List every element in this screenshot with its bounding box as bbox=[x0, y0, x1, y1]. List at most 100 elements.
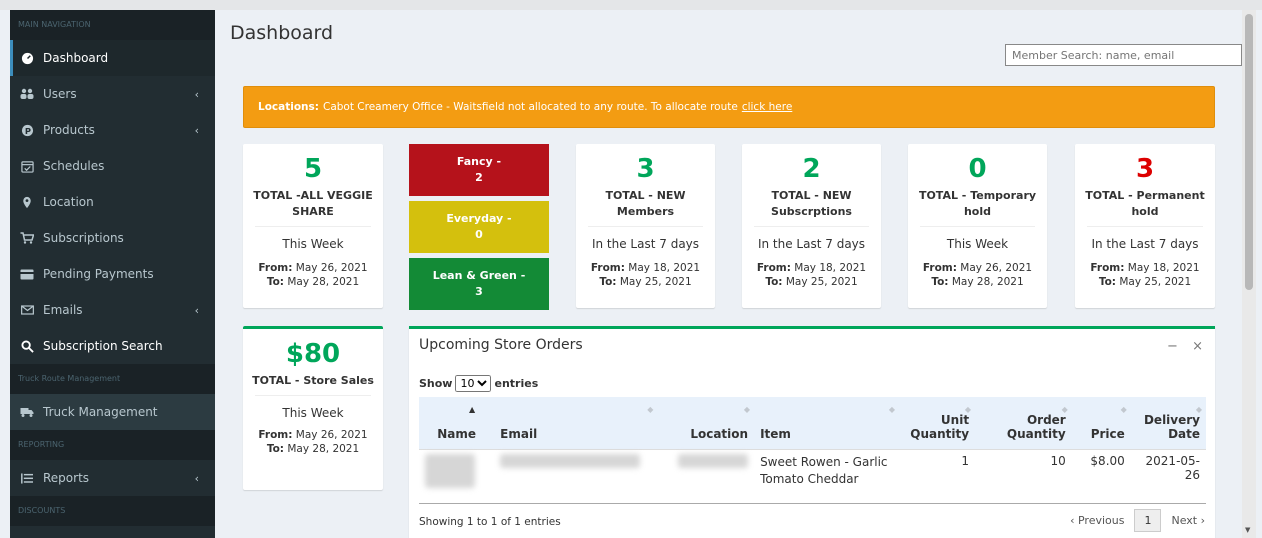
page-size-select[interactable]: 10 bbox=[455, 375, 492, 392]
from-date: May 18, 2021 bbox=[628, 262, 701, 274]
sort-asc-icon: ▲ bbox=[469, 405, 476, 414]
close-icon[interactable]: × bbox=[1192, 339, 1203, 354]
card-dates: From: May 26, 2021 To: May 28, 2021 bbox=[243, 261, 383, 289]
sidebar-item-label: Subscriptions bbox=[43, 231, 124, 245]
column-header-order-quantity[interactable]: ◆ Order Quantity bbox=[975, 397, 1072, 450]
card-value: 3 bbox=[1135, 154, 1155, 184]
divider bbox=[1087, 226, 1203, 227]
column-header-item[interactable]: ◆ Item bbox=[754, 397, 900, 450]
category-name: Lean & Green - bbox=[432, 269, 526, 282]
column-header-unit-quantity[interactable]: ◆ Unit Quantity bbox=[899, 397, 976, 450]
category-count: 3 bbox=[475, 285, 483, 298]
member-search-input[interactable] bbox=[1005, 44, 1242, 66]
sidebar-item-schedules[interactable]: Schedules bbox=[10, 148, 215, 184]
column-header-delivery-date[interactable]: ◆ Delivery Date bbox=[1130, 397, 1206, 450]
card-dates: From: May 18, 2021 To: May 25, 2021 bbox=[576, 261, 715, 289]
card-value: $80 bbox=[285, 339, 341, 369]
sidebar-item-label: Users bbox=[43, 87, 77, 101]
sidebar-item-subscription-search[interactable]: Subscription Search bbox=[10, 328, 215, 364]
column-header-email[interactable]: ◆ Email bbox=[494, 397, 658, 450]
sidebar-item-dashboard[interactable]: Dashboard bbox=[10, 40, 215, 76]
credit-card-icon bbox=[20, 267, 34, 281]
card-temporary-hold: 0 TOTAL - Temporary hold This Week From:… bbox=[908, 144, 1047, 308]
sort-icon: ◆ bbox=[1120, 405, 1127, 414]
category-everyday[interactable]: Everyday - 0 bbox=[409, 201, 549, 253]
sort-icon: ◆ bbox=[1195, 405, 1202, 414]
card-new-subscriptions: 2 TOTAL - NEW Subscrptions In the Last 7… bbox=[742, 144, 881, 308]
sidebar-item-users[interactable]: Users ‹ bbox=[10, 76, 215, 112]
to-label: To: bbox=[266, 443, 285, 455]
sidebar-item-label: Subscription Search bbox=[43, 339, 163, 353]
column-header-location[interactable]: ◆ Location bbox=[657, 397, 755, 450]
divider bbox=[754, 226, 869, 227]
redacted-text bbox=[425, 453, 475, 488]
entries-label: entries bbox=[494, 377, 539, 390]
upcoming-store-orders-box: Upcoming Store Orders − × Show 10 entrie… bbox=[409, 326, 1215, 538]
to-date: May 25, 2021 bbox=[619, 276, 692, 288]
sidebar-item-label: Truck Management bbox=[43, 405, 158, 419]
cell-location-redacted bbox=[657, 449, 754, 503]
card-label: TOTAL - NEW Members bbox=[605, 189, 686, 218]
collapse-icon[interactable]: − bbox=[1167, 339, 1178, 354]
divider bbox=[588, 226, 703, 227]
card-dates: From: May 18, 2021 To: May 25, 2021 bbox=[742, 261, 881, 289]
cell-name-redacted bbox=[419, 449, 494, 503]
page-button-1[interactable]: 1 bbox=[1134, 509, 1162, 532]
card-label: TOTAL - Store Sales bbox=[252, 374, 374, 387]
from-label: From: bbox=[258, 262, 293, 274]
table-row: Sweet Rowen - Garlic Tomato Cheddar 1 10… bbox=[419, 449, 1206, 503]
card-period: In the Last 7 days bbox=[757, 237, 866, 251]
page-scrollbar[interactable]: ▼ bbox=[1242, 10, 1256, 538]
from-date: May 18, 2021 bbox=[1127, 262, 1200, 274]
card-permanent-hold: 3 TOTAL - Permanent hold In the Last 7 d… bbox=[1075, 144, 1215, 308]
chevron-left-icon: ‹ bbox=[194, 304, 199, 317]
list-icon bbox=[20, 471, 34, 485]
redacted-text bbox=[500, 453, 641, 468]
sidebar-item-emails[interactable]: Emails ‹ bbox=[10, 292, 215, 328]
from-date: May 26, 2021 bbox=[295, 429, 368, 441]
cell-item: Sweet Rowen - Garlic Tomato Cheddar bbox=[760, 454, 888, 486]
sidebar-item-pending-payments[interactable]: Pending Payments bbox=[10, 256, 215, 292]
category-lean-green[interactable]: Lean & Green - 3 bbox=[409, 258, 549, 310]
chevron-left-icon: ‹ bbox=[194, 124, 199, 137]
card-value: 2 bbox=[802, 154, 821, 184]
scroll-down-arrow-icon[interactable]: ▼ bbox=[1245, 526, 1250, 534]
card-value: 3 bbox=[636, 154, 655, 184]
previous-button[interactable]: ‹ Previous bbox=[1070, 514, 1124, 527]
cell-delivery-date: 2021-05-26 bbox=[1145, 453, 1200, 482]
sidebar-item-subscriptions[interactable]: Subscriptions bbox=[10, 220, 215, 256]
box-tools: − × bbox=[1157, 339, 1203, 354]
sidebar-item-reports[interactable]: Reports ‹ bbox=[10, 460, 215, 496]
allocate-route-link[interactable]: click here bbox=[742, 101, 792, 113]
from-date: May 26, 2021 bbox=[960, 262, 1033, 274]
next-button[interactable]: Next › bbox=[1171, 514, 1205, 527]
category-fancy[interactable]: Fancy - 2 bbox=[409, 144, 549, 196]
divider bbox=[255, 226, 371, 227]
sidebar-item-location[interactable]: Location bbox=[10, 184, 215, 220]
from-label: From: bbox=[258, 429, 293, 441]
card-label: TOTAL - NEW Subscrptions bbox=[771, 189, 852, 218]
card-dates: From: May 26, 2021 To: May 28, 2021 bbox=[908, 261, 1047, 289]
page-title: Dashboard bbox=[230, 22, 334, 44]
scrollbar-thumb[interactable] bbox=[1245, 14, 1253, 290]
sidebar-item-label: Location bbox=[43, 195, 94, 209]
to-date: May 25, 2021 bbox=[785, 276, 858, 288]
sidebar-item-label: Schedules bbox=[43, 159, 105, 173]
card-period: This Week bbox=[946, 237, 1009, 251]
location-alert: Locations: Cabot Creamery Office - Waits… bbox=[243, 86, 1215, 128]
sidebar-header-reporting: REPORTING bbox=[10, 430, 215, 460]
sort-icon: ◆ bbox=[888, 405, 896, 414]
sidebar-item-products[interactable]: P Products ‹ bbox=[10, 112, 215, 148]
sidebar-item-truck-management[interactable]: Truck Management bbox=[10, 394, 215, 430]
cell-unit-quantity: 1 bbox=[961, 453, 970, 468]
pagination: ‹ Previous 1 Next › bbox=[1070, 509, 1205, 532]
sidebar: MAIN NAVIGATION Dashboard Users ‹ P Prod… bbox=[10, 10, 215, 538]
card-label: TOTAL -ALL VEGGIE SHARE bbox=[253, 189, 373, 218]
table-bottom-border bbox=[419, 503, 1206, 504]
column-header-price[interactable]: ◆ Price bbox=[1071, 397, 1131, 450]
from-date: May 18, 2021 bbox=[794, 262, 867, 274]
column-header-name[interactable]: ▲ Name bbox=[419, 397, 495, 450]
chevron-left-icon: ‹ bbox=[194, 472, 199, 485]
from-label: From: bbox=[756, 262, 791, 274]
to-label: To: bbox=[599, 276, 617, 288]
